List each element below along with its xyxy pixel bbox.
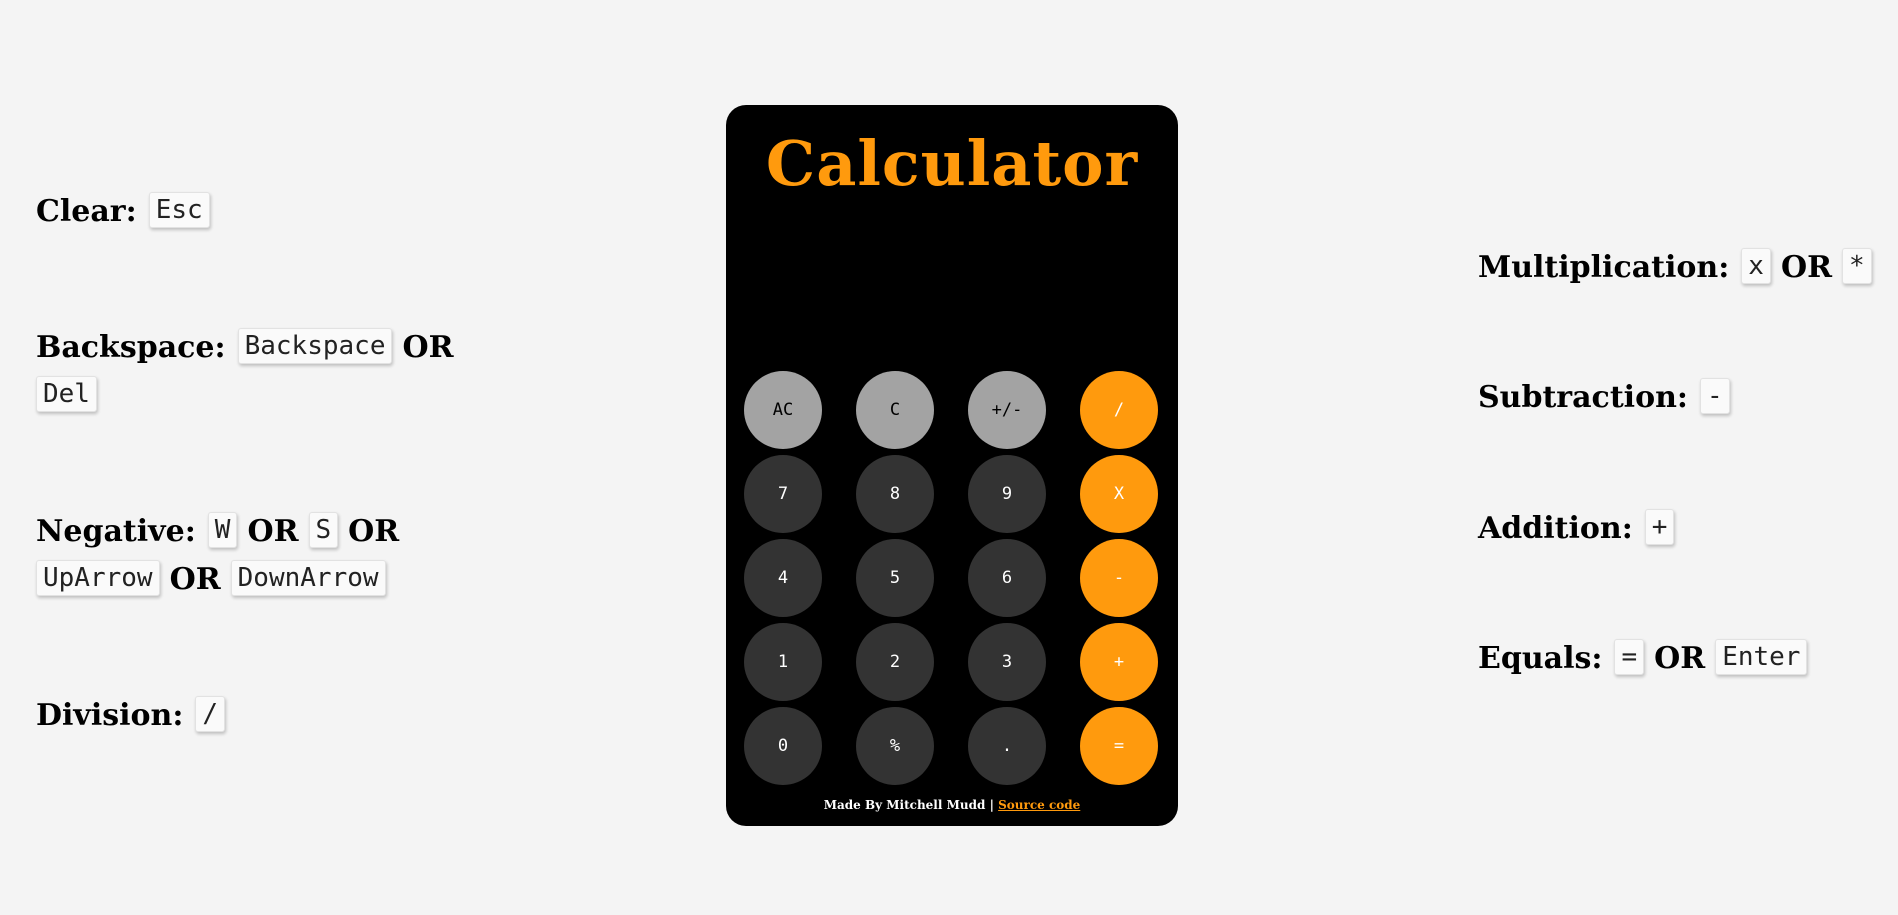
decimal-button[interactable]: . — [968, 707, 1046, 785]
calculator-title: Calculator — [765, 127, 1139, 200]
clear-all-button[interactable]: AC — [744, 371, 822, 449]
key-esc: Esc — [148, 192, 210, 228]
digit-6-button[interactable]: 6 — [968, 539, 1046, 617]
key-minus: - — [1699, 378, 1730, 414]
calculator: Calculator AC C +/- / 7 8 9 X 4 5 6 - 1 … — [726, 105, 1178, 826]
key-plus: + — [1644, 509, 1675, 545]
digit-0-button[interactable]: 0 — [744, 707, 822, 785]
percent-button[interactable]: % — [856, 707, 934, 785]
shortcut-division: Division: / — [36, 692, 226, 740]
key-asterisk: * — [1842, 248, 1872, 284]
shortcut-equals: Equals: = OR Enter — [1478, 635, 1808, 683]
key-x: x — [1741, 248, 1771, 284]
or-text: OR — [169, 562, 221, 597]
footer-credit: Made By Mitchell Mudd | — [823, 798, 999, 812]
or-text: OR — [402, 330, 454, 365]
digit-9-button[interactable]: 9 — [968, 455, 1046, 533]
shortcut-label: Negative: — [36, 514, 196, 549]
digit-2-button[interactable]: 2 — [856, 623, 934, 701]
shortcut-addition: Addition: + — [1478, 505, 1675, 553]
divide-button[interactable]: / — [1080, 371, 1158, 449]
key-backspace: Backspace — [237, 328, 393, 364]
or-text: OR — [247, 514, 299, 549]
shortcut-clear: Clear: Esc — [36, 188, 210, 236]
equals-button[interactable]: = — [1080, 707, 1158, 785]
key-del: Del — [36, 376, 97, 412]
calculator-footer: Made By Mitchell Mudd | Source code — [726, 798, 1178, 812]
multiply-button[interactable]: X — [1080, 455, 1158, 533]
shortcut-negative: Negative: W OR S OR — [36, 508, 409, 556]
shortcut-label: Division: — [36, 698, 184, 733]
calculator-display — [746, 225, 1158, 355]
or-text: OR — [1654, 641, 1706, 676]
shortcut-backspace: Backspace: Backspace OR — [36, 324, 464, 372]
shortcut-label: Clear: — [36, 194, 137, 229]
shortcut-label: Addition: — [1478, 511, 1633, 546]
digit-1-button[interactable]: 1 — [744, 623, 822, 701]
key-enter: Enter — [1715, 639, 1808, 675]
shortcut-backspace-cont: Del — [36, 372, 97, 420]
key-downarrow: DownArrow — [230, 560, 386, 596]
shortcut-label: Multiplication: — [1478, 250, 1730, 285]
digit-5-button[interactable]: 5 — [856, 539, 934, 617]
digit-8-button[interactable]: 8 — [856, 455, 934, 533]
key-slash: / — [195, 696, 226, 732]
key-equals: = — [1614, 639, 1645, 675]
shortcut-multiplication: Multiplication: x OR * — [1478, 244, 1872, 292]
key-s: S — [308, 512, 339, 548]
shortcut-label: Backspace: — [36, 330, 226, 365]
shortcut-negative-cont: UpArrow OR DownArrow — [36, 556, 386, 604]
shortcut-label: Equals: — [1478, 641, 1603, 676]
shortcut-subtraction: Subtraction: - — [1478, 374, 1730, 422]
digit-7-button[interactable]: 7 — [744, 455, 822, 533]
subtract-button[interactable]: - — [1080, 539, 1158, 617]
add-button[interactable]: + — [1080, 623, 1158, 701]
clear-button[interactable]: C — [856, 371, 934, 449]
digit-4-button[interactable]: 4 — [744, 539, 822, 617]
key-uparrow: UpArrow — [36, 560, 160, 596]
digit-3-button[interactable]: 3 — [968, 623, 1046, 701]
source-code-link[interactable]: Source code — [998, 798, 1080, 812]
shortcut-label: Subtraction: — [1478, 380, 1688, 415]
or-text: OR — [1780, 250, 1833, 285]
or-text: OR — [348, 514, 400, 549]
key-w: W — [207, 512, 238, 548]
negate-button[interactable]: +/- — [968, 371, 1046, 449]
